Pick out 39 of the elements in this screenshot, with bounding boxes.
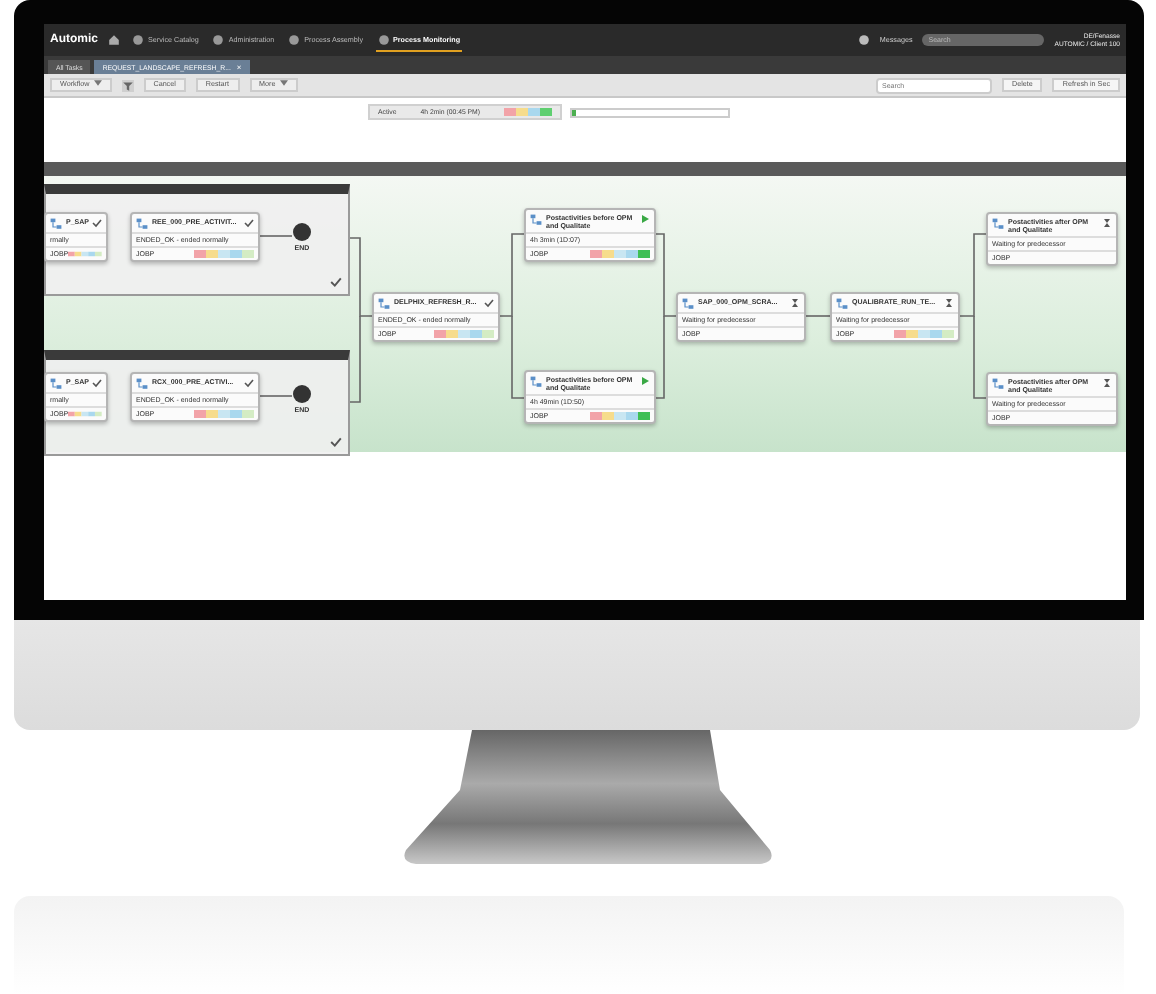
play-icon bbox=[640, 376, 650, 386]
workflow-icon bbox=[530, 376, 542, 388]
workflow-icon bbox=[530, 214, 542, 226]
workflow-icon bbox=[992, 218, 1004, 230]
workflow-icon bbox=[836, 298, 848, 310]
nav-item-icon bbox=[377, 33, 390, 45]
messages-icon[interactable] bbox=[857, 34, 870, 46]
check-icon bbox=[244, 378, 254, 388]
end-node-icon[interactable] bbox=[292, 384, 312, 404]
workflow-icon bbox=[682, 298, 694, 310]
connector-line bbox=[259, 235, 293, 237]
filter-icon[interactable] bbox=[121, 79, 134, 91]
hourglass-icon bbox=[1102, 378, 1112, 388]
workflow-icon bbox=[378, 298, 390, 310]
check-icon bbox=[484, 298, 494, 308]
nav-item-icon bbox=[212, 33, 225, 45]
status-color-bar bbox=[504, 108, 553, 116]
workflow-icon bbox=[136, 218, 148, 230]
caret-icon bbox=[93, 80, 102, 86]
connector-line bbox=[805, 315, 831, 317]
play-icon bbox=[640, 214, 650, 224]
home-icon[interactable] bbox=[108, 34, 120, 46]
hourglass-icon bbox=[790, 298, 800, 308]
connector-line bbox=[259, 395, 293, 397]
end-node-icon[interactable] bbox=[292, 222, 312, 242]
check-icon bbox=[244, 218, 254, 228]
workflow-icon bbox=[50, 378, 62, 390]
workflow-icon bbox=[50, 218, 62, 230]
check-icon bbox=[330, 276, 342, 288]
check-icon bbox=[92, 378, 102, 388]
workflow-icon bbox=[136, 378, 148, 390]
nav-item-icon bbox=[288, 33, 301, 45]
check-icon bbox=[330, 436, 342, 448]
caret-icon bbox=[279, 80, 288, 86]
check-icon bbox=[92, 218, 102, 228]
nav-item-icon bbox=[132, 33, 144, 45]
workflow-icon bbox=[992, 378, 1004, 390]
hourglass-icon bbox=[944, 298, 954, 308]
hourglass-icon bbox=[1102, 218, 1112, 228]
